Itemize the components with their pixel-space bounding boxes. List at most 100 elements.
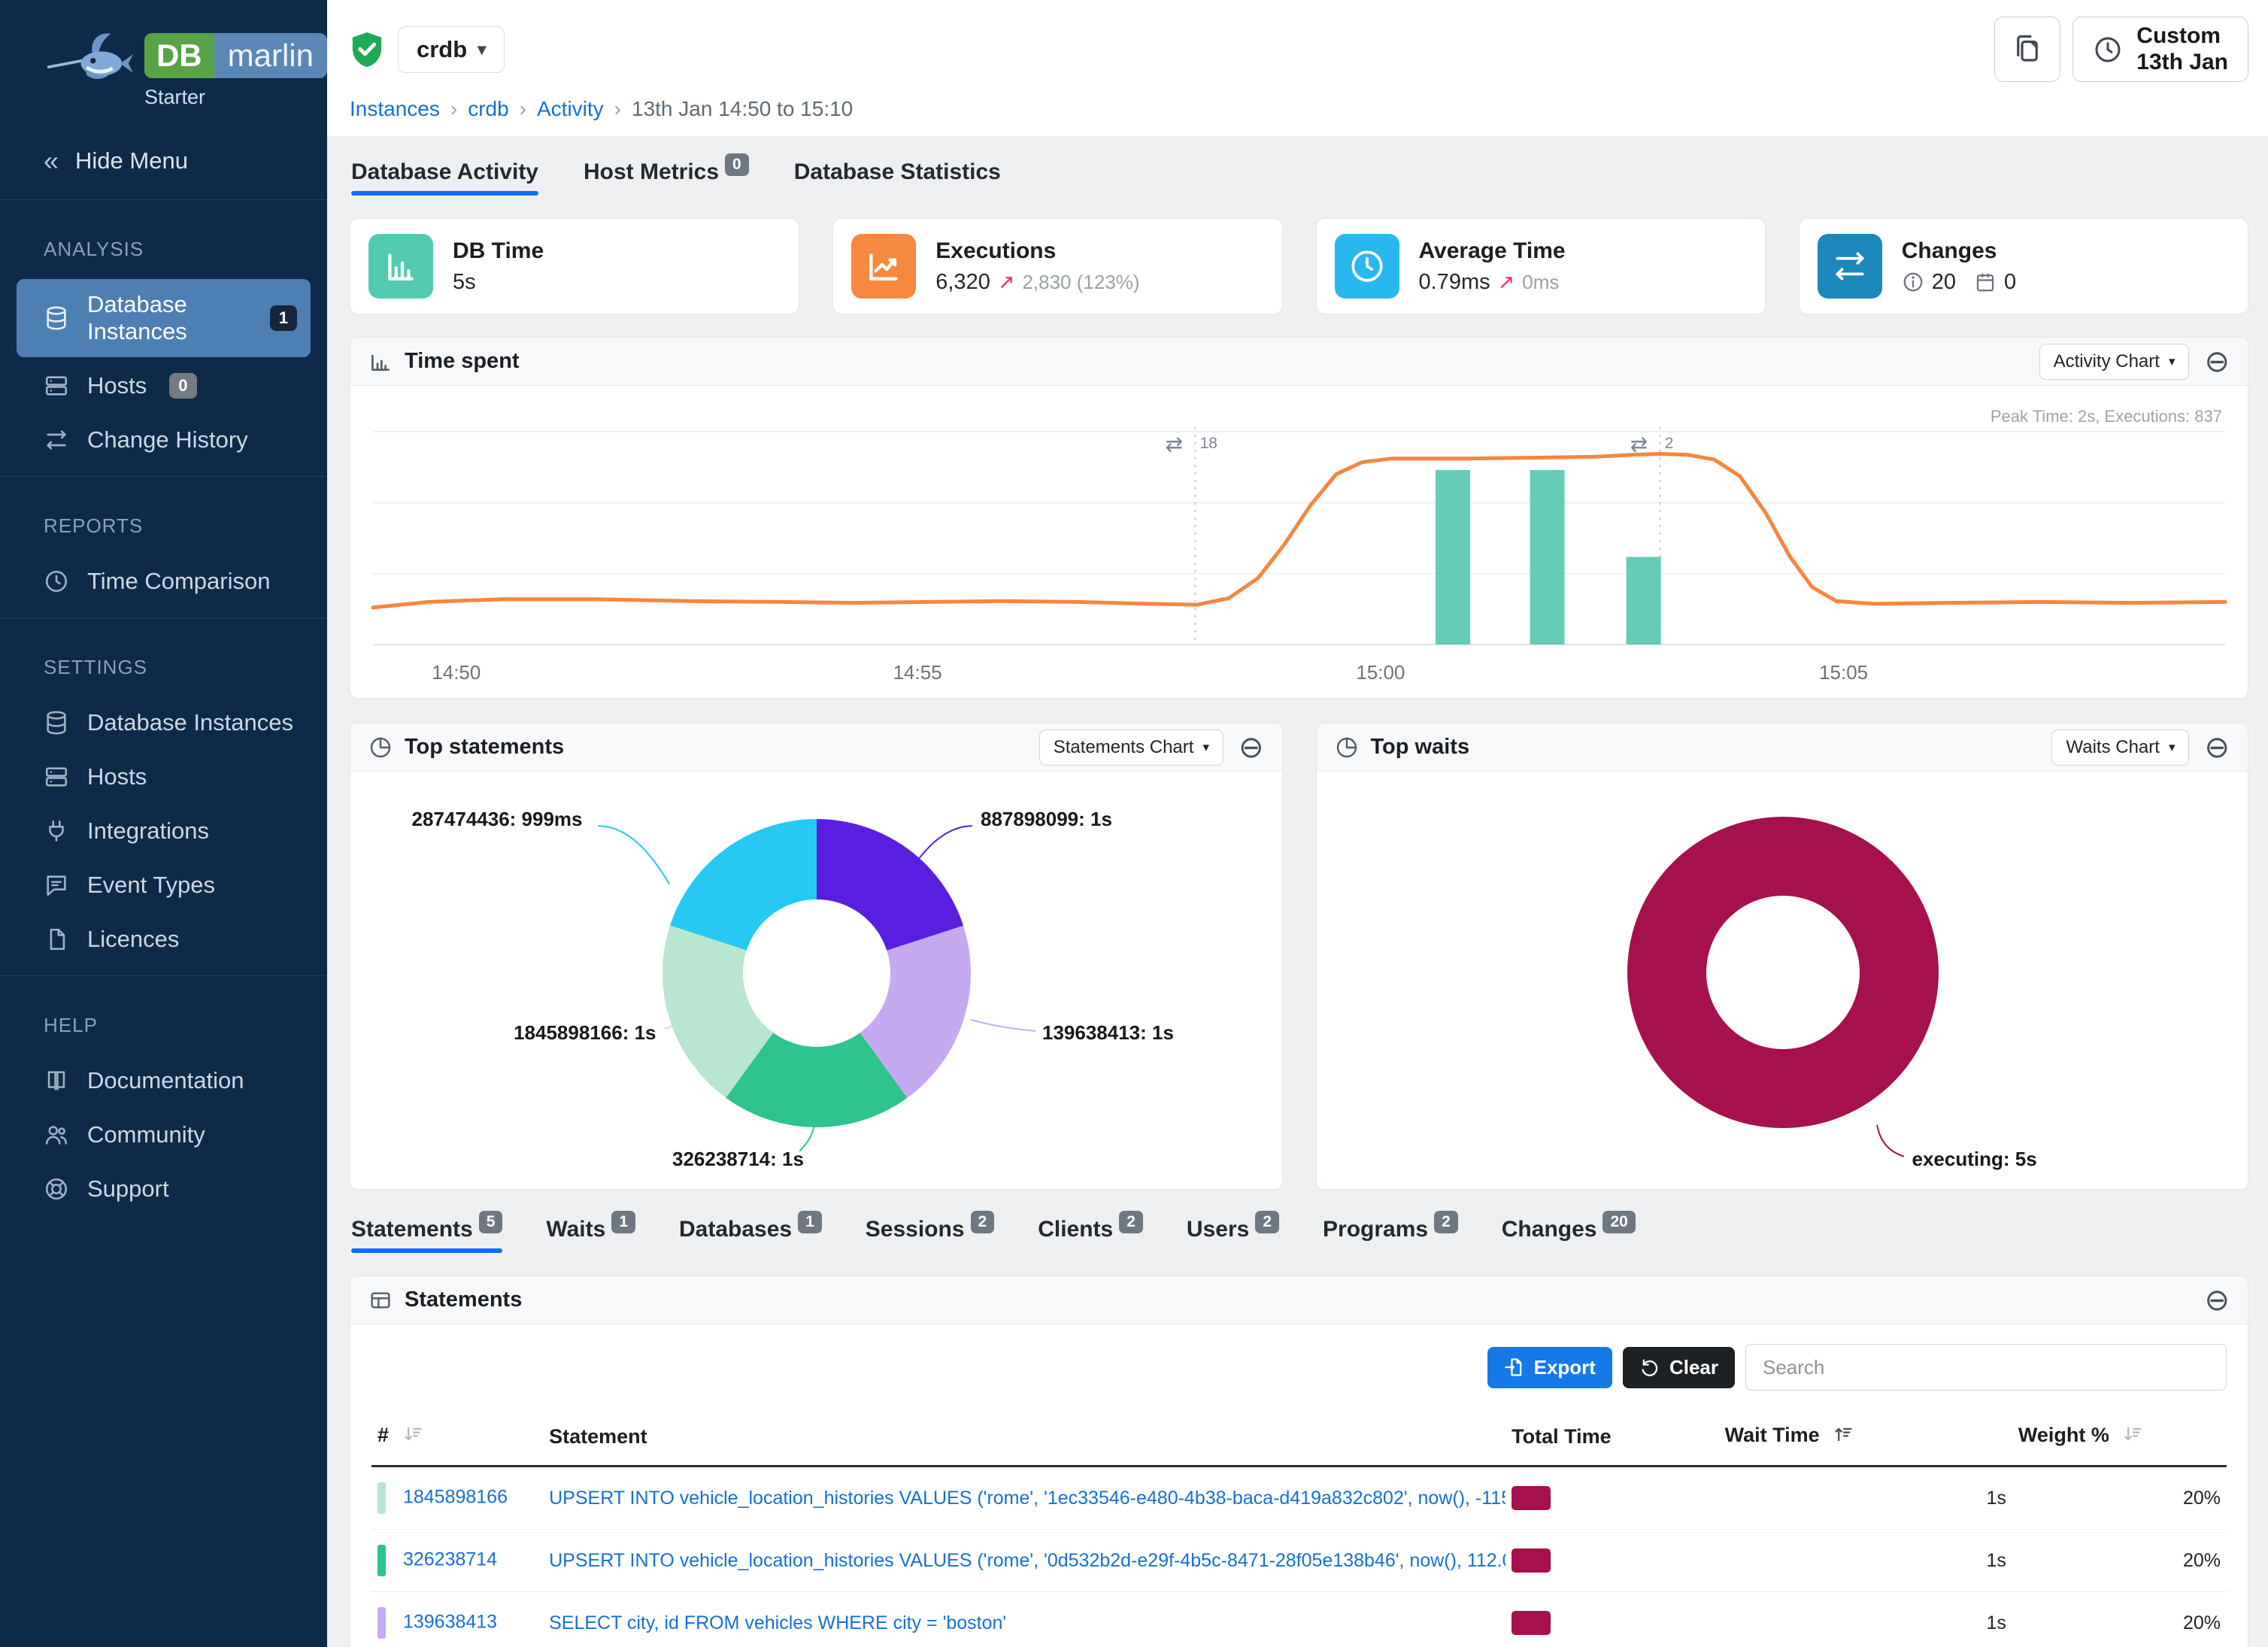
time-series-chart[interactable]: ⇄18⇄214:5014:5515:0015:05 — [350, 390, 2248, 691]
sidebar-item[interactable]: Change History — [17, 414, 311, 466]
col-header-weight[interactable]: Weight % — [2018, 1424, 2109, 1446]
tab-badge: 2 — [971, 1211, 995, 1233]
collapse-icon[interactable]: ⊖ — [2204, 733, 2230, 763]
sidebar-item[interactable]: Documentation — [17, 1055, 311, 1106]
detail-tab[interactable]: Clients 2 — [1038, 1217, 1143, 1253]
sidebar-item[interactable]: Hosts 0 — [17, 360, 311, 411]
copy-link-button[interactable] — [1994, 17, 2060, 82]
detail-tab[interactable]: Databases 1 — [679, 1217, 822, 1253]
svg-text:15:05: 15:05 — [1819, 661, 1868, 684]
sidebar-section-analysis: ANALYSIS Database Instances 1 Hosts — [0, 200, 327, 476]
collapse-icon[interactable]: ⊖ — [2204, 347, 2230, 377]
instance-selector[interactable]: crdb ▾ — [398, 26, 505, 73]
sidebar-item[interactable]: Database Instances 1 — [17, 279, 311, 357]
statements-chart-dropdown[interactable]: Statements Chart ▾ — [1039, 729, 1223, 766]
breadcrumb-crdb[interactable]: crdb — [468, 97, 508, 121]
swap-icon — [1818, 234, 1882, 299]
activity-chart-dropdown[interactable]: Activity Chart ▾ — [2039, 344, 2190, 380]
sort-up-icon[interactable] — [1833, 1424, 1854, 1450]
tab-badge: 2 — [1119, 1211, 1143, 1233]
sidebar-item-label: Licences — [87, 926, 179, 953]
clock-icon — [1335, 234, 1399, 299]
waits-chart-dropdown[interactable]: Waits Chart ▾ — [2051, 729, 2189, 766]
breadcrumb-instances[interactable]: Instances — [350, 97, 440, 121]
sidebar-item[interactable]: Licences — [17, 914, 311, 965]
statement-color-chip — [377, 1482, 386, 1514]
calendar-icon — [1974, 271, 1997, 293]
sidebar-item[interactable]: Database Instances — [17, 697, 311, 748]
section-title: SETTINGS — [0, 645, 327, 694]
sidebar-item-label: Database Instances — [87, 709, 293, 736]
donut-label: executing: 5s — [1912, 1148, 2037, 1171]
donut-label: 887898099: 1s — [981, 808, 1112, 831]
sidebar-item[interactable]: Event Types — [17, 860, 311, 911]
breadcrumb-activity[interactable]: Activity — [537, 97, 604, 121]
sidebar-item[interactable]: Integrations — [17, 805, 311, 857]
sidebar-item[interactable]: Hosts — [17, 751, 311, 802]
topbar: crdb ▾ — [327, 0, 2268, 137]
users-icon — [44, 1122, 69, 1148]
card-title: DB Time — [453, 238, 544, 264]
detail-tab[interactable]: Changes 20 — [1502, 1217, 1636, 1253]
detail-tab[interactable]: Users 2 — [1187, 1217, 1279, 1253]
brand-db: DB — [144, 33, 214, 78]
statement-id-link[interactable]: 326238714 — [403, 1549, 497, 1570]
col-header-wait-time[interactable]: Wait Time — [1725, 1424, 1820, 1446]
col-header-total-time[interactable]: Total Time — [1511, 1425, 1612, 1448]
statement-id-link[interactable]: 139638413 — [403, 1612, 497, 1633]
undo-icon — [1639, 1357, 1660, 1378]
hide-menu-button[interactable]: « Hide Menu — [0, 123, 327, 199]
section-title: ANALYSIS — [0, 227, 327, 276]
detail-tab[interactable]: Statements 5 — [351, 1217, 502, 1253]
collapse-icon[interactable]: ⊖ — [1239, 733, 1264, 763]
time-range-button[interactable]: Custom 13th Jan — [2072, 17, 2248, 82]
weight-value: 20% — [2012, 1592, 2227, 1647]
swap-icon — [44, 427, 69, 453]
statements-panel: Statements ⊖ Export — [350, 1275, 2248, 1647]
svg-text:14:50: 14:50 — [432, 661, 481, 684]
chevron-down-icon: ▾ — [478, 40, 486, 59]
tab-database-activity[interactable]: Database Activity — [351, 159, 538, 196]
sidebar-item-label: Database Instances — [87, 291, 247, 345]
total-time-bar — [1511, 1486, 1551, 1510]
tab-host-metrics[interactable]: Host Metrics 0 — [584, 159, 749, 196]
statement-id-link[interactable]: 1845898166 — [403, 1487, 508, 1508]
copy-icon — [2012, 32, 2043, 67]
brand-plan: Starter — [144, 86, 327, 109]
sidebar-item-label: Integrations — [87, 817, 209, 845]
clear-button[interactable]: Clear — [1623, 1347, 1735, 1388]
card-db-time: DB Time 5s — [350, 218, 799, 314]
sidebar-item-badge: 0 — [169, 373, 196, 399]
section-title: REPORTS — [0, 504, 327, 553]
total-time-bar — [1511, 1611, 1551, 1635]
svg-text:14:55: 14:55 — [893, 661, 942, 684]
export-button[interactable]: Export — [1487, 1347, 1612, 1388]
detail-tab[interactable]: Waits 1 — [546, 1217, 635, 1253]
tab-badge: 5 — [479, 1211, 503, 1233]
detail-tab[interactable]: Programs 2 — [1323, 1217, 1458, 1253]
statement-text-link[interactable]: SELECT city, id FROM vehicles WHERE city… — [549, 1612, 1006, 1633]
sidebar-item[interactable]: Community — [17, 1109, 311, 1160]
sort-down-icon[interactable] — [2122, 1424, 2143, 1450]
tab-database-statistics[interactable]: Database Statistics — [794, 159, 1001, 196]
sidebar-item-label: Hosts — [87, 763, 147, 790]
card-title: Changes — [1902, 238, 2016, 264]
collapse-icon[interactable]: ⊖ — [2204, 1285, 2230, 1315]
col-header-id[interactable]: # — [377, 1424, 389, 1446]
search-input[interactable] — [1745, 1344, 2227, 1391]
card-title: Executions — [935, 238, 1139, 264]
sidebar-item[interactable]: Support — [17, 1163, 311, 1215]
detail-tab[interactable]: Sessions 2 — [866, 1217, 994, 1253]
statement-color-chip — [377, 1607, 386, 1639]
chevrons-left-icon: « — [44, 145, 59, 177]
card-value: 6,320 — [935, 270, 990, 295]
statements-donut-chart: 287474436: 999ms 887898099: 1s 139638413… — [350, 772, 1282, 1189]
col-header-statement[interactable]: Statement — [549, 1425, 647, 1448]
statement-text-link[interactable]: UPSERT INTO vehicle_location_histories V… — [549, 1550, 1505, 1571]
time-spent-chart: Peak Time: 2s, Executions: 837 ⇄18⇄214:5… — [350, 386, 2248, 698]
sort-down-icon[interactable] — [402, 1424, 423, 1450]
statement-text-link[interactable]: UPSERT INTO vehicle_location_histories V… — [549, 1488, 1505, 1509]
up-arrow-icon: ↗ — [998, 271, 1015, 294]
tab-badge: 2 — [1434, 1211, 1458, 1233]
sidebar-item[interactable]: Time Comparison — [17, 556, 311, 607]
